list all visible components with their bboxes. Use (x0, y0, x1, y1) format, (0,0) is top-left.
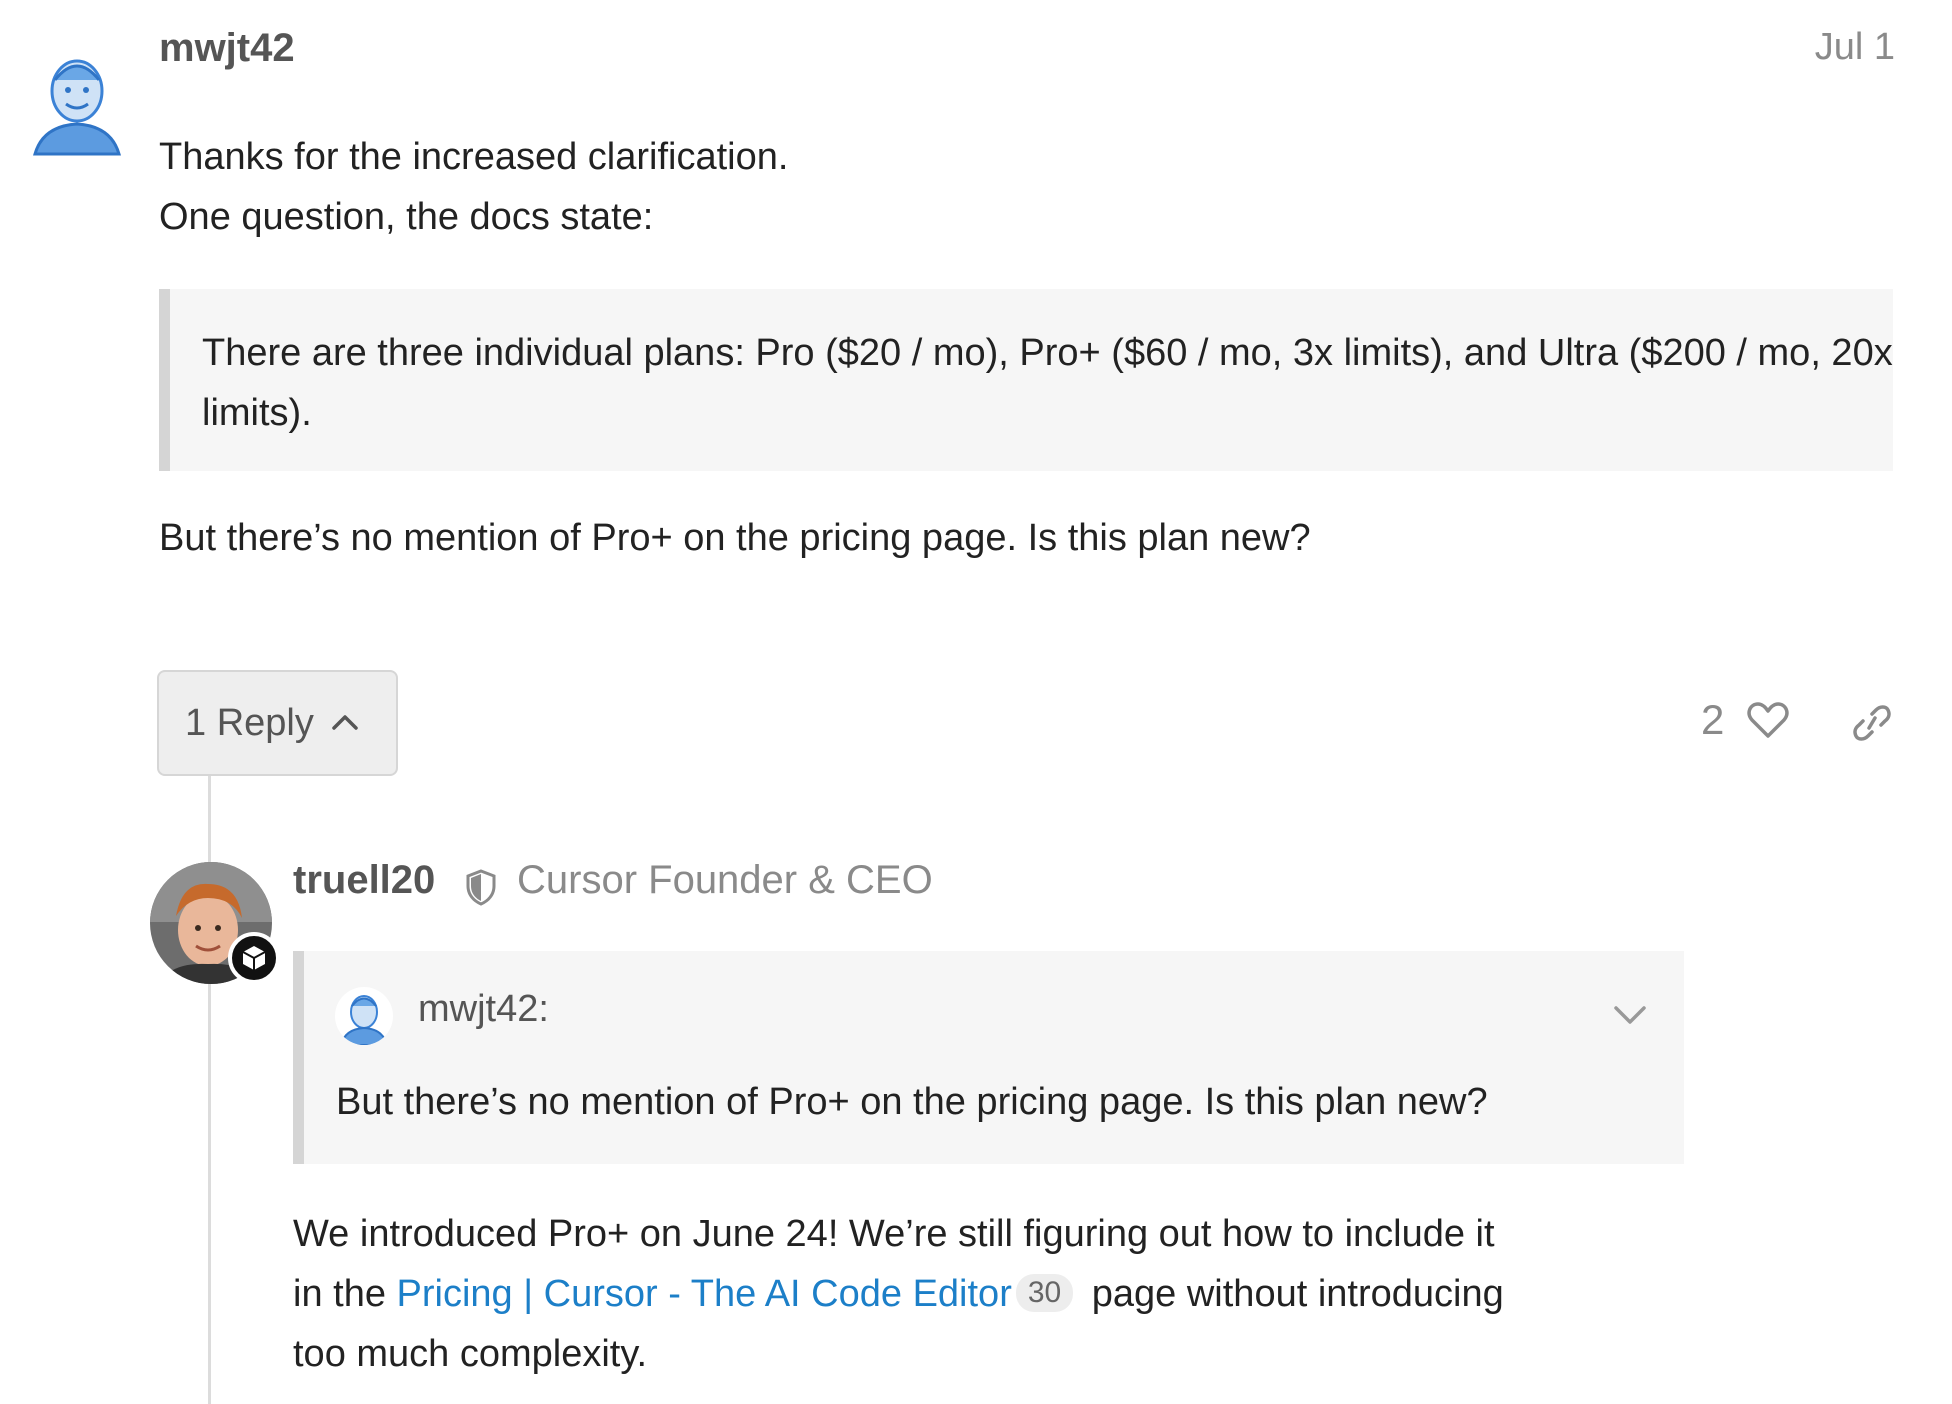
post-username[interactable]: mwjt42 (159, 26, 295, 71)
quoted-post-block (293, 951, 1684, 1164)
post-body-line-2: One question, the docs state: (159, 196, 654, 238)
shield-icon (466, 869, 496, 906)
chevron-up-icon (332, 715, 358, 730)
user-avatar-mwjt42[interactable] (33, 46, 121, 156)
post-date[interactable]: Jul 1 (1815, 26, 1895, 69)
post-body-line-3: But there’s no mention of Pro+ on the pr… (159, 517, 1311, 559)
like-count[interactable]: 2 (1701, 696, 1724, 744)
quoted-username: mwjt42: (418, 988, 549, 1030)
chevron-down-icon[interactable] (1610, 1000, 1650, 1030)
pricing-link[interactable]: Pricing | Cursor - The AI Code Editor (397, 1273, 1012, 1315)
link-click-count: 30 (1015, 1274, 1074, 1312)
quoted-text: But there’s no mention of Pro+ on the pr… (336, 1081, 1488, 1123)
reply-body-line-1: We introduced Pro+ on June 24! We’re sti… (293, 1213, 1495, 1255)
blockquote-text: There are three individual plans: Pro ($… (202, 332, 1893, 434)
show-replies-button[interactable]: 1 Reply (157, 670, 398, 776)
reply-body-line-3: too much complexity. (293, 1333, 648, 1375)
post-body-line-1: Thanks for the increased clarification. (159, 136, 789, 178)
heart-icon[interactable] (1746, 700, 1790, 740)
user-title: Cursor Founder & CEO (517, 858, 933, 902)
reply-text-before-link: in the (293, 1273, 397, 1315)
docs-blockquote: There are three individual plans: Pro ($… (159, 289, 1893, 471)
moderator-badge (228, 932, 280, 984)
quoted-user-avatar (335, 987, 393, 1045)
cube-icon (242, 946, 266, 970)
reply-username[interactable]: truell20 (293, 858, 435, 903)
reply-body-line-2: in the Pricing | Cursor - The AI Code Ed… (293, 1273, 1504, 1316)
reply-text-after-link: page without introducing (1081, 1273, 1504, 1315)
link-icon[interactable] (1852, 704, 1892, 742)
reply-count-label: 1 Reply (185, 701, 314, 744)
